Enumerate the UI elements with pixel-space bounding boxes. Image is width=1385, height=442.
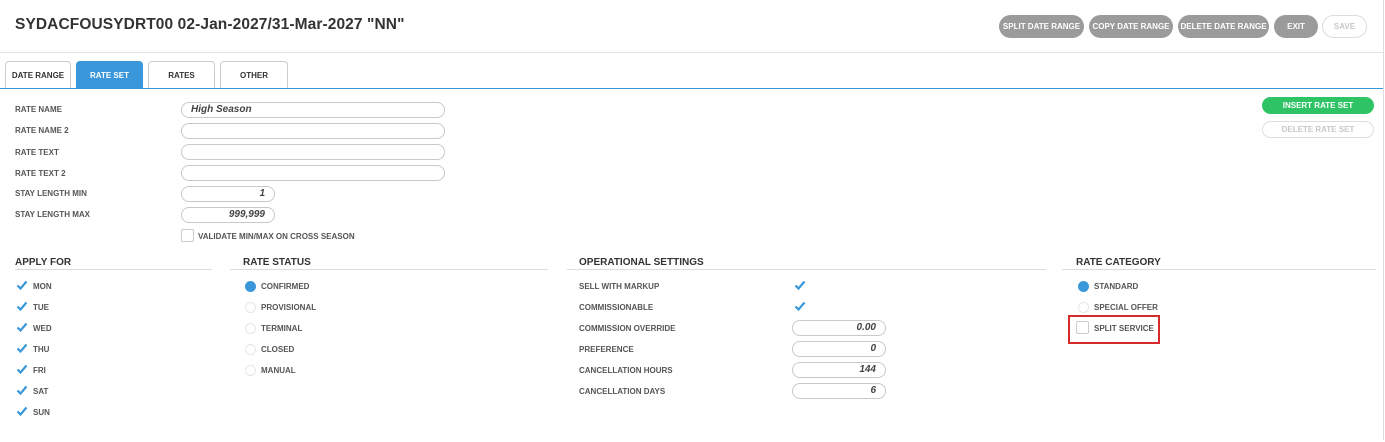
rate-name-field[interactable]: High Season: [181, 102, 445, 118]
operational-settings-heading: OPERATIONAL SETTINGS: [579, 257, 704, 268]
page-title: SYDACFOUSYDRT00 02-Jan-2027/31-Mar-2027 …: [15, 16, 405, 33]
rate-text-2-label: RATE TEXT 2: [15, 169, 66, 178]
rate-text-field[interactable]: [181, 144, 445, 160]
rate-name-label: RATE NAME: [15, 105, 62, 114]
day-wed-label: WED: [33, 324, 52, 333]
preference-field[interactable]: 0: [792, 341, 886, 357]
rate-text-2-field[interactable]: [181, 165, 445, 181]
commission-override-label: COMMISSION OVERRIDE: [579, 324, 676, 333]
sell-with-markup-label: SELL WITH MARKUP: [579, 282, 660, 291]
cancellation-days-label: CANCELLATION DAYS: [579, 387, 666, 396]
rate-text-label: RATE TEXT: [15, 148, 59, 157]
tab-underline: [0, 88, 1383, 89]
day-thu-label: THU: [33, 345, 50, 354]
day-tue-label: TUE: [33, 303, 49, 312]
commissionable-label: COMMISSIONABLE: [579, 303, 654, 312]
cancellation-hours-field[interactable]: 144: [792, 362, 886, 378]
validate-cross-season-label: VALIDATE MIN/MAX ON CROSS SEASON: [198, 232, 355, 241]
rate-status-heading: RATE STATUS: [243, 257, 311, 268]
status-closed-radio[interactable]: [245, 344, 256, 355]
preference-label: PREFERENCE: [579, 345, 634, 354]
cancellation-days-field[interactable]: 6: [792, 383, 886, 399]
exit-button[interactable]: EXIT: [1274, 15, 1318, 38]
split-service-highlight: [1068, 315, 1160, 344]
category-special-offer-radio[interactable]: [1078, 302, 1089, 313]
wed-check-icon[interactable]: [16, 321, 28, 333]
day-mon-label: MON: [33, 282, 52, 291]
rate-status-divider: [230, 269, 548, 270]
category-standard-radio[interactable]: [1078, 281, 1089, 292]
status-terminal-radio[interactable]: [245, 323, 256, 334]
copy-date-range-button[interactable]: COPY DATE RANGE: [1089, 15, 1173, 38]
day-sun-label: SUN: [33, 408, 50, 417]
header-divider: [0, 52, 1383, 53]
sat-check-icon[interactable]: [16, 384, 28, 396]
insert-rate-set-button[interactable]: INSERT RATE SET: [1262, 97, 1374, 114]
rate-category-heading: RATE CATEGORY: [1076, 257, 1161, 268]
rate-category-divider: [1062, 269, 1376, 270]
status-manual-label: MANUAL: [261, 366, 296, 375]
save-button[interactable]: SAVE: [1322, 15, 1367, 38]
rate-name-2-field[interactable]: [181, 123, 445, 139]
split-date-range-button[interactable]: SPLIT DATE RANGE: [999, 15, 1084, 38]
tue-check-icon[interactable]: [16, 300, 28, 312]
stay-length-min-label: STAY LENGTH MIN: [15, 189, 87, 198]
apply-for-divider: [15, 269, 212, 270]
status-manual-radio[interactable]: [245, 365, 256, 376]
delete-rate-set-button[interactable]: DELETE RATE SET: [1262, 121, 1374, 138]
tab-other[interactable]: OTHER: [220, 61, 288, 88]
tab-rates[interactable]: RATES: [148, 61, 215, 88]
thu-check-icon[interactable]: [16, 342, 28, 354]
rate-set-panel: SYDACFOUSYDRT00 02-Jan-2027/31-Mar-2027 …: [0, 0, 1384, 440]
sell-with-markup-check-icon[interactable]: [794, 279, 806, 291]
stay-length-max-field[interactable]: 999,999: [181, 207, 275, 223]
commission-override-field[interactable]: 0.00: [792, 320, 886, 336]
status-provisional-radio[interactable]: [245, 302, 256, 313]
validate-cross-season-checkbox[interactable]: [181, 229, 194, 242]
category-special-offer-label: SPECIAL OFFER: [1094, 303, 1158, 312]
sun-check-icon[interactable]: [16, 405, 28, 417]
status-provisional-label: PROVISIONAL: [261, 303, 317, 312]
day-fri-label: FRI: [33, 366, 46, 375]
cancellation-hours-label: CANCELLATION HOURS: [579, 366, 673, 375]
status-closed-label: CLOSED: [261, 345, 295, 354]
status-confirmed-radio[interactable]: [245, 281, 256, 292]
commissionable-check-icon[interactable]: [794, 300, 806, 312]
rate-name-2-label: RATE NAME 2: [15, 126, 69, 135]
status-confirmed-label: CONFIRMED: [261, 282, 310, 291]
category-standard-label: STANDARD: [1094, 282, 1139, 291]
operational-settings-divider: [567, 269, 1046, 270]
tab-date-range[interactable]: DATE RANGE: [5, 61, 71, 88]
delete-date-range-button[interactable]: DELETE DATE RANGE: [1178, 15, 1269, 38]
day-sat-label: SAT: [33, 387, 49, 396]
fri-check-icon[interactable]: [16, 363, 28, 375]
mon-check-icon[interactable]: [16, 279, 28, 291]
tab-rate-set[interactable]: RATE SET: [76, 61, 143, 88]
stay-length-max-label: STAY LENGTH MAX: [15, 210, 90, 219]
apply-for-heading: APPLY FOR: [15, 257, 72, 268]
stay-length-min-field[interactable]: 1: [181, 186, 275, 202]
status-terminal-label: TERMINAL: [261, 324, 303, 333]
